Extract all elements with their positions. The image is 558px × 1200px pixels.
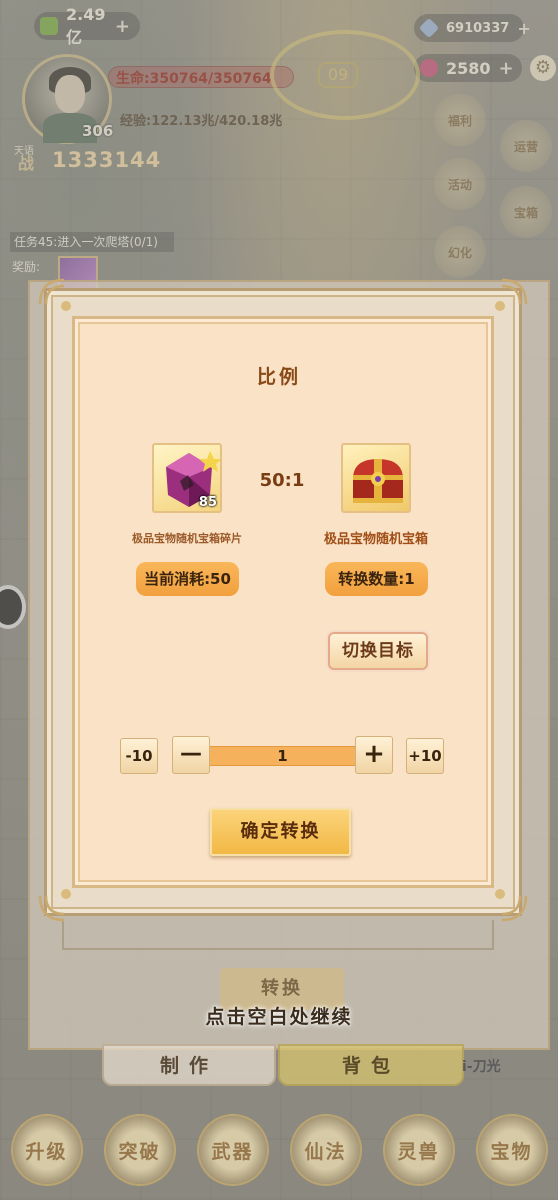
current-consume-badge: 当前消耗:50: [136, 562, 239, 596]
confirm-convert-button[interactable]: 确定转换: [210, 808, 351, 856]
modal-title: 比例: [256, 366, 301, 388]
nav-treasure[interactable]: 宝物: [475, 1114, 548, 1186]
conversion-ratio: 50:1: [259, 470, 305, 491]
nav-spell[interactable]: 仙法: [289, 1114, 362, 1186]
tab-make[interactable]: 制作: [102, 1044, 276, 1086]
plus-button[interactable]: +: [355, 736, 393, 774]
source-item-slot[interactable]: 85: [152, 443, 222, 513]
convert-modal: [72, 316, 494, 888]
panel-frame-line: [62, 920, 494, 950]
nav-breakthrough[interactable]: 突破: [103, 1114, 176, 1186]
tap-to-continue-hint: 点击空白处继续: [205, 1006, 353, 1028]
source-item-quantity: 85: [198, 495, 217, 510]
bottom-nav: 升级 突破 武器 仙法 灵兽 宝物: [0, 1110, 558, 1190]
minus-ten-button[interactable]: -10: [120, 738, 158, 774]
nav-weapon[interactable]: 武器: [196, 1114, 269, 1186]
minus-button[interactable]: —: [172, 736, 210, 774]
switch-target-button[interactable]: 切换目标: [328, 632, 428, 670]
convert-quantity-badge: 转换数量:1: [325, 562, 428, 596]
quantity-stepper-value[interactable]: 1: [210, 746, 355, 766]
target-item-slot[interactable]: [341, 443, 411, 513]
corner-ornament-top-right-icon: [495, 278, 528, 311]
nav-upgrade[interactable]: 升级: [10, 1114, 83, 1186]
blade-label: i-刀光: [462, 1059, 501, 1075]
corner-ornament-bottom-right-icon: [495, 889, 528, 922]
nav-spirit-beast[interactable]: 灵兽: [382, 1114, 455, 1186]
tab-bag[interactable]: 背包: [278, 1044, 464, 1086]
corner-ornament-top-left-icon: [38, 278, 71, 311]
plus-ten-button[interactable]: +10: [406, 738, 444, 774]
source-item-name: 极品宝物随机宝箱碎片: [132, 532, 242, 545]
treasure-chest-icon: [353, 459, 403, 503]
corner-ornament-bottom-left-icon: [38, 889, 71, 922]
target-item-name: 极品宝物随机宝箱: [323, 532, 428, 547]
